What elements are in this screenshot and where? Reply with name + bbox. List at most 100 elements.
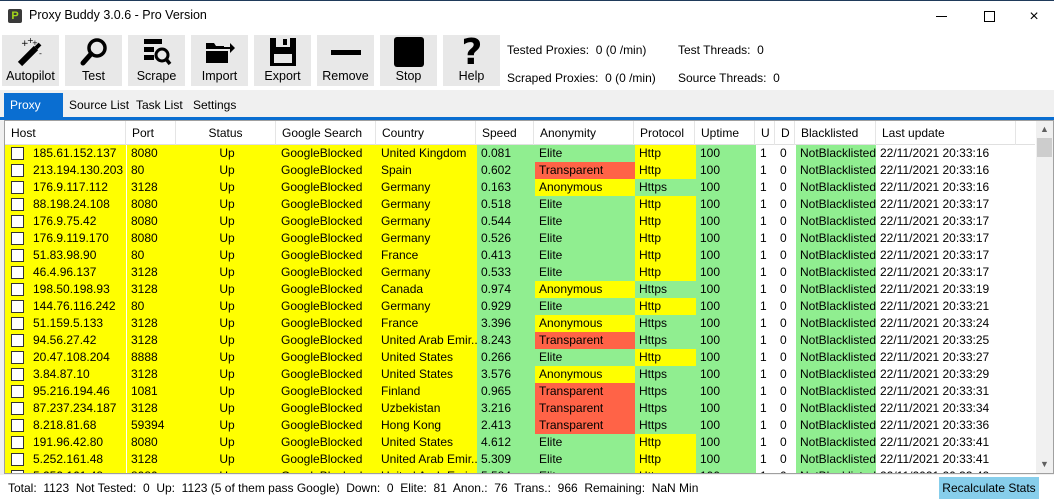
- cell-status: Up: [177, 298, 277, 315]
- cell-uptime: 100: [696, 213, 756, 230]
- cell-anonymity: Elite: [535, 468, 635, 473]
- cell-anonymity: Transparent: [535, 417, 635, 434]
- cell-uptime: 100: [696, 366, 756, 383]
- table-row[interactable]: 191.96.42.80 8080 Up GoogleBlocked United St…: [5, 434, 1035, 451]
- column-header-protocol[interactable]: Protocol: [634, 121, 695, 145]
- cell-blacklisted: NotBlacklisted: [796, 366, 876, 383]
- scroll-thumb[interactable]: [1037, 138, 1052, 157]
- table-row[interactable]: 213.194.130.203 80 Up GoogleBlocked Spain 0.6…: [5, 162, 1035, 179]
- tab-task-list[interactable]: Task List: [130, 93, 189, 117]
- tab-settings[interactable]: Settings: [187, 93, 242, 117]
- close-icon: ×: [1029, 7, 1039, 25]
- row-checkbox[interactable]: [11, 266, 24, 279]
- row-checkbox[interactable]: [11, 470, 24, 473]
- close-button[interactable]: ×: [1011, 1, 1054, 32]
- test-button[interactable]: Test: [65, 35, 122, 86]
- row-checkbox[interactable]: [11, 402, 24, 415]
- cell-port: 1081: [127, 383, 177, 400]
- autopilot-button[interactable]: + + + - Autopilot: [2, 35, 59, 86]
- cell-google: GoogleBlocked: [277, 230, 377, 247]
- row-checkbox[interactable]: [11, 283, 24, 296]
- remove-button[interactable]: Remove: [317, 35, 374, 86]
- row-checkbox[interactable]: [11, 351, 24, 364]
- row-checkbox[interactable]: [11, 419, 24, 432]
- table-row[interactable]: 176.9.75.42 8080 Up GoogleBlocked Germany 0.5…: [5, 213, 1035, 230]
- cell-country: Germany: [377, 196, 477, 213]
- row-checkbox[interactable]: [11, 385, 24, 398]
- row-checkbox[interactable]: [11, 232, 24, 245]
- stop-button[interactable]: Stop: [380, 35, 437, 86]
- recalculate-stats-button[interactable]: Recalculate Stats: [939, 477, 1039, 499]
- table-row[interactable]: 176.9.117.112 3128 Up GoogleBlocked Germany 0…: [5, 179, 1035, 196]
- tab-source-list[interactable]: Source List: [63, 93, 135, 117]
- cell-uptime: 100: [696, 468, 756, 473]
- table-row[interactable]: 51.83.98.90 80 Up GoogleBlocked France 0.413 E…: [5, 247, 1035, 264]
- row-checkbox[interactable]: [11, 368, 24, 381]
- help-button[interactable]: ? Help: [443, 35, 500, 86]
- tab-bar: Proxy List Source List Task List Setting…: [0, 93, 1054, 136]
- column-header-status[interactable]: Status: [176, 121, 276, 145]
- column-header-anonymity[interactable]: Anonymity: [534, 121, 634, 145]
- table-row[interactable]: 5.252.161.48 3128 Up GoogleBlocked United Ar…: [5, 451, 1035, 468]
- scroll-up-icon[interactable]: ▲: [1036, 121, 1053, 138]
- column-header-port[interactable]: Port: [126, 121, 176, 145]
- cell-protocol: Http: [635, 247, 696, 264]
- minimize-button[interactable]: [918, 1, 964, 32]
- table-row[interactable]: 176.9.119.170 8080 Up GoogleBlocked Germany 0…: [5, 230, 1035, 247]
- table-row[interactable]: 51.159.5.133 3128 Up GoogleBlocked France 3.3…: [5, 315, 1035, 332]
- cell-host: 176.9.117.112: [5, 179, 126, 196]
- host-text: 213.194.130.203: [33, 163, 124, 177]
- row-checkbox[interactable]: [11, 198, 24, 211]
- row-checkbox[interactable]: [11, 453, 24, 466]
- table-row[interactable]: 94.56.27.42 3128 Up GoogleBlocked United Ara…: [5, 332, 1035, 349]
- test-threads-label: Test Threads:: [678, 43, 751, 57]
- row-checkbox[interactable]: [11, 334, 24, 347]
- cell-protocol: Https: [635, 417, 696, 434]
- tab-proxy-list[interactable]: Proxy List: [4, 93, 63, 136]
- table-row[interactable]: 88.198.24.108 8080 Up GoogleBlocked Germany 0…: [5, 196, 1035, 213]
- cell-protocol: Https: [635, 383, 696, 400]
- tested-proxies-stat: Tested Proxies: 0 (0 /min): [507, 43, 646, 57]
- table-row[interactable]: 20.47.108.204 8888 Up GoogleBlocked United S…: [5, 349, 1035, 366]
- scrape-button[interactable]: Scrape: [128, 35, 185, 86]
- cell-blacklisted: NotBlacklisted: [796, 162, 876, 179]
- table-row[interactable]: 144.76.116.242 80 Up GoogleBlocked Germany 0.…: [5, 298, 1035, 315]
- cell-host: 46.4.96.137: [5, 264, 126, 281]
- row-checkbox[interactable]: [11, 147, 24, 160]
- row-checkbox[interactable]: [11, 300, 24, 313]
- row-checkbox[interactable]: [11, 317, 24, 330]
- vertical-scrollbar[interactable]: ▲ ▼: [1036, 121, 1053, 473]
- row-checkbox[interactable]: [11, 215, 24, 228]
- cell-port: 8080: [127, 145, 177, 162]
- column-header-last-update[interactable]: Last update: [876, 121, 1016, 145]
- table-row[interactable]: 5.252.161.48 8080UpGoogleBlockedUnited Ar…: [5, 468, 1035, 473]
- row-checkbox[interactable]: [11, 181, 24, 194]
- column-header-host[interactable]: Host: [5, 121, 126, 145]
- table-row[interactable]: 3.84.87.10 3128 Up GoogleBlocked United Stat…: [5, 366, 1035, 383]
- row-checkbox[interactable]: [11, 249, 24, 262]
- cell-google: GoogleBlocked: [277, 451, 377, 468]
- table-row[interactable]: 198.50.198.93 3128 Up GoogleBlocked Canada 0.…: [5, 281, 1035, 298]
- column-header-speed[interactable]: Speed: [476, 121, 534, 145]
- table-row[interactable]: 87.237.234.187 3128 Up GoogleBlocked Uzbekis…: [5, 400, 1035, 417]
- import-button[interactable]: Import: [191, 35, 248, 86]
- column-header-country[interactable]: Country: [376, 121, 476, 145]
- table-row[interactable]: 95.216.194.46 1081 Up GoogleBlocked Finland 0…: [5, 383, 1035, 400]
- cell-u: 1: [756, 332, 776, 349]
- export-button[interactable]: Export: [254, 35, 311, 86]
- toolbar: + + + - Autopilot Test Scrape Import Exp…: [0, 32, 1054, 90]
- row-checkbox[interactable]: [11, 436, 24, 449]
- column-header-blacklisted[interactable]: Blacklisted: [795, 121, 876, 145]
- column-header-uptime[interactable]: Uptime: [695, 121, 755, 145]
- table-row[interactable]: 46.4.96.137 3128 Up GoogleBlocked Germany 0.5…: [5, 264, 1035, 281]
- cell-last-update: 22/11/2021 20:33:31: [876, 383, 1016, 400]
- column-header-u[interactable]: U: [755, 121, 775, 145]
- cell-d: 0: [776, 162, 796, 179]
- maximize-button[interactable]: [966, 1, 1012, 32]
- column-header-google[interactable]: Google Search: [276, 121, 376, 145]
- table-row[interactable]: 8.218.81.68 59394 Up GoogleBlocked Hong Kong…: [5, 417, 1035, 434]
- table-row[interactable]: 185.61.152.137 8080 Up GoogleBlocked United …: [5, 145, 1035, 162]
- row-checkbox[interactable]: [11, 164, 24, 177]
- column-header-d[interactable]: D: [775, 121, 795, 145]
- scroll-down-icon[interactable]: ▼: [1036, 456, 1053, 473]
